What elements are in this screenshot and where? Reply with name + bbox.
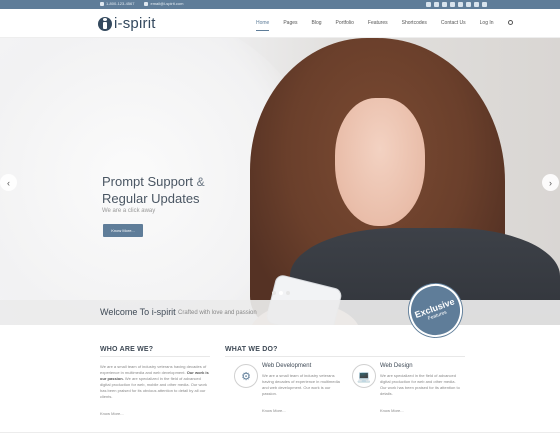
service-know-more-link-web-design[interactable]: Know More...: [380, 408, 404, 413]
nav-pages[interactable]: Pages: [283, 20, 297, 26]
search-icon[interactable]: [507, 20, 513, 25]
top-bar: 1-800-123-4567 email@i-spirit.com: [0, 0, 560, 9]
logo-icon: [98, 16, 112, 31]
service-title-web-design: Web Design: [380, 363, 413, 369]
hero-know-more-button[interactable]: Know More...: [103, 224, 143, 237]
slider-next-button[interactable]: ›: [542, 174, 559, 191]
dribbble-icon[interactable]: [450, 2, 455, 7]
pinterest-icon[interactable]: [458, 2, 463, 7]
service-text-web-development: We are a small team of industry veterans…: [262, 373, 340, 396]
facebook-icon[interactable]: [426, 2, 431, 7]
hero-slider: Prompt Support & Regular Updates We are …: [0, 38, 560, 325]
hero-headline-amp: &: [196, 175, 205, 189]
what-divider: [225, 356, 465, 357]
nav-blog[interactable]: Blog: [312, 20, 322, 26]
nav-portfolio[interactable]: Portfolio: [336, 20, 354, 26]
hero-subline: We are a click away: [102, 208, 156, 214]
welcome-subtitle: Crafted with love and passion: [178, 310, 257, 316]
logo[interactable]: i-spirit: [98, 15, 156, 32]
service-title-web-development: Web Development: [262, 363, 312, 369]
slider-prev-button[interactable]: ‹: [0, 174, 17, 191]
who-are-we-heading: WHO ARE WE?: [100, 346, 154, 353]
main-nav: Home Pages Blog Portfolio Features Short…: [256, 20, 513, 31]
nav-features[interactable]: Features: [368, 20, 388, 26]
email-contact[interactable]: email@i-spirit.com: [144, 1, 183, 6]
google-plus-icon[interactable]: [442, 2, 447, 7]
nav-home[interactable]: Home: [256, 20, 270, 31]
twitter-icon[interactable]: [434, 2, 439, 7]
nav-log-in[interactable]: Log In: [480, 20, 494, 26]
phone-number: 1-800-123-4567: [106, 1, 135, 6]
slider-dot-2[interactable]: [279, 291, 283, 295]
social-icons: [426, 2, 487, 7]
nav-shortcodes[interactable]: Shortcodes: [402, 20, 427, 26]
hero-headline-2: Regular Updates: [102, 191, 200, 206]
what-we-do-heading: WHAT WE DO?: [225, 346, 278, 353]
slider-pagination: [272, 291, 290, 295]
who-know-more-link[interactable]: Know More...: [100, 411, 124, 416]
chevron-left-icon: ‹: [7, 177, 10, 188]
phone-contact[interactable]: 1-800-123-4567: [100, 1, 134, 6]
welcome-band: Welcome To i-spirit Crafted with love an…: [0, 300, 560, 325]
hero-headline-1: Prompt Support: [102, 174, 194, 189]
instagram-icon[interactable]: [474, 2, 479, 7]
welcome-title: Welcome To i-spirit: [100, 307, 176, 317]
email-address: email@i-spirit.com: [150, 1, 184, 6]
slider-dot-1[interactable]: [272, 291, 276, 295]
chevron-right-icon: ›: [549, 177, 552, 188]
who-divider: [100, 356, 210, 357]
laptop-icon: 💻: [352, 364, 376, 388]
site-header: i-spirit Home Pages Blog Portfolio Featu…: [0, 9, 560, 38]
hero-headline-line1: Prompt Support &: [102, 174, 205, 189]
phone-icon: [100, 1, 104, 6]
nav-contact-us[interactable]: Contact Us: [441, 20, 466, 26]
mail-icon: [144, 1, 149, 6]
hero-image-face: [335, 98, 425, 226]
slider-dot-3[interactable]: [286, 291, 290, 295]
rss-icon[interactable]: [482, 2, 487, 7]
service-know-more-link-web-development[interactable]: Know More...: [262, 408, 286, 413]
linkedin-icon[interactable]: [466, 2, 471, 7]
service-text-web-design: We are specialized in the field of advan…: [380, 373, 460, 396]
contact-info: 1-800-123-4567 email@i-spirit.com: [100, 1, 183, 6]
logo-text: i-spirit: [114, 15, 156, 32]
gear-icon: ⚙: [234, 364, 258, 388]
footer-divider: [0, 432, 560, 433]
who-are-we-text: We are a small team of industry veterans…: [100, 364, 210, 400]
